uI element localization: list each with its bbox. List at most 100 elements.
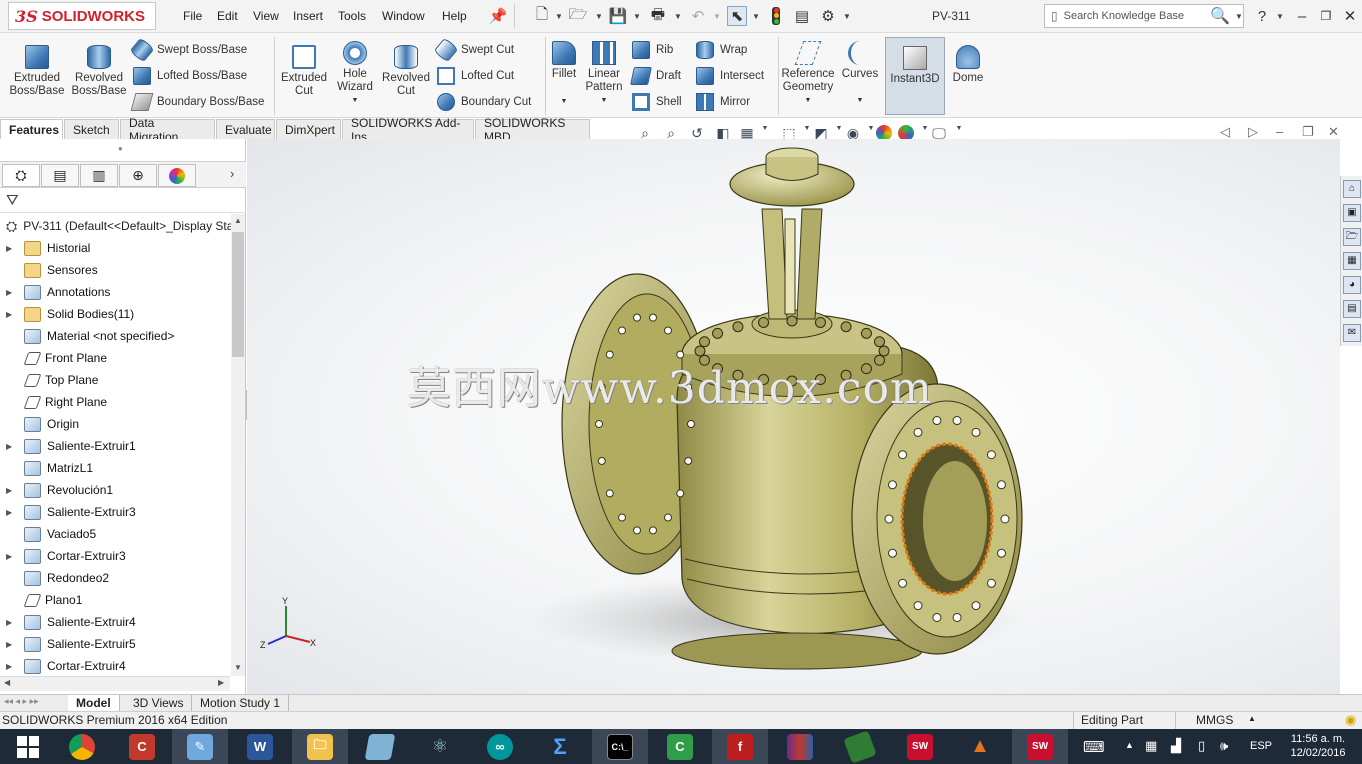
- menu-view[interactable]: View: [253, 9, 279, 23]
- show-hidden-icons[interactable]: ▲: [1125, 740, 1134, 750]
- taskbar-winrar[interactable]: [772, 729, 828, 764]
- expand-arrow-icon[interactable]: ▶: [6, 552, 16, 561]
- appearances-icon[interactable]: ◕: [1343, 276, 1361, 294]
- instant3d-button[interactable]: Instant3D: [885, 37, 945, 115]
- tree-node[interactable]: ▶ Saliente-Extruir3: [0, 501, 230, 523]
- rebuild-traffic-light-icon[interactable]: [766, 6, 786, 26]
- taskbar-sigma[interactable]: Σ: [532, 729, 588, 764]
- tree-node[interactable]: Origin: [0, 413, 230, 435]
- save-icon[interactable]: 💾: [608, 6, 628, 26]
- tree-node[interactable]: ▶ Saliente-Extruir1: [0, 435, 230, 457]
- taskbar-paint[interactable]: ✎: [172, 729, 228, 764]
- units-text[interactable]: MMGS: [1196, 713, 1233, 727]
- chevron-down-icon[interactable]: ▼: [1235, 12, 1243, 21]
- scroll-right-icon[interactable]: ▶: [218, 678, 224, 687]
- filter-icon[interactable]: ⛛: [6, 192, 19, 209]
- tab-evaluate[interactable]: Evaluate: [216, 119, 275, 139]
- chevron-down-icon[interactable]: ▼: [595, 12, 603, 21]
- forum-icon[interactable]: ✉: [1343, 324, 1361, 342]
- taskbar-terminal[interactable]: C:\_: [592, 729, 648, 764]
- expand-arrow-icon[interactable]: ▶: [6, 244, 16, 253]
- chevron-down-icon[interactable]: ▼: [1276, 12, 1284, 21]
- undo-icon[interactable]: ↶: [688, 6, 708, 26]
- battery-icon[interactable]: ▯: [1198, 738, 1205, 754]
- previous-pane-icon[interactable]: ◁: [1220, 124, 1230, 140]
- revolved-boss-button[interactable]: Revolved Boss/Base: [70, 41, 128, 98]
- curves-button[interactable]: Curves ▼: [838, 37, 882, 107]
- extruded-boss-button[interactable]: Extruded Boss/Base: [6, 41, 68, 98]
- menu-tools[interactable]: Tools: [338, 9, 366, 23]
- dimxpert-manager-tab-icon[interactable]: ⊕: [119, 164, 157, 187]
- tooltip-bubble-icon[interactable]: ◉: [1345, 712, 1356, 728]
- boundary-cut-button[interactable]: Boundary Cut: [437, 93, 531, 111]
- help-icon[interactable]: ?: [1252, 6, 1272, 26]
- dome-button[interactable]: Dome: [948, 41, 988, 85]
- taskbar-matlab[interactable]: ▲: [952, 729, 1008, 764]
- boundary-boss-button[interactable]: Boundary Boss/Base: [130, 93, 264, 111]
- tab-model[interactable]: Model: [68, 695, 120, 711]
- tree-node[interactable]: Plano1: [0, 589, 230, 611]
- tab-mbd[interactable]: SOLIDWORKS MBD: [475, 116, 590, 144]
- expand-arrow-icon[interactable]: ▶: [6, 662, 16, 671]
- menu-edit[interactable]: Edit: [217, 9, 238, 23]
- taskbar-solidworks[interactable]: SW: [892, 729, 948, 764]
- tree-node[interactable]: ▶ Annotations: [0, 281, 230, 303]
- chevron-down-icon[interactable]: ▼: [752, 12, 760, 21]
- expand-arrow-icon[interactable]: ▶: [6, 618, 16, 627]
- tree-node[interactable]: Right Plane: [0, 391, 230, 413]
- home-icon[interactable]: ⌂: [1343, 180, 1361, 198]
- chevron-down-icon[interactable]: ▼: [352, 94, 359, 107]
- expand-arrow-icon[interactable]: ▶: [6, 310, 16, 319]
- taskbar-word[interactable]: W: [232, 729, 288, 764]
- tree-node[interactable]: ▶ Saliente-Extruir4: [0, 611, 230, 633]
- tree-node[interactable]: ▶ Solid Bodies(11): [0, 303, 230, 325]
- tab-dimxpert[interactable]: DimXpert: [276, 119, 341, 139]
- minimize-window-icon[interactable]: –: [1292, 6, 1312, 26]
- print-icon[interactable]: 🖶: [648, 6, 668, 26]
- intersect-button[interactable]: Intersect: [696, 67, 764, 85]
- display-manager-tab-icon[interactable]: [158, 164, 196, 187]
- restore-window-icon[interactable]: ❐: [1316, 6, 1336, 26]
- taskbar-solidworks-active[interactable]: SW: [1012, 729, 1068, 764]
- chevron-down-icon[interactable]: ▼: [601, 94, 608, 107]
- design-library-icon[interactable]: ▣: [1343, 204, 1361, 222]
- tab-features[interactable]: Features: [0, 119, 63, 139]
- custom-properties-icon[interactable]: ▤: [1343, 300, 1361, 318]
- swept-cut-button[interactable]: Swept Cut: [433, 37, 514, 63]
- expand-arrow-icon[interactable]: ▶: [6, 508, 16, 517]
- chevron-down-icon[interactable]: ▼: [555, 12, 563, 21]
- scroll-down-icon[interactable]: ▼: [234, 663, 242, 672]
- valve-model[interactable]: [247, 139, 1340, 694]
- configuration-manager-tab-icon[interactable]: ▥: [80, 164, 118, 187]
- options-gear-icon[interactable]: ⚙: [818, 6, 838, 26]
- expand-arrow-icon[interactable]: ▶: [6, 640, 16, 649]
- language-indicator[interactable]: ESP: [1250, 740, 1272, 752]
- scroll-up-icon[interactable]: ▲: [234, 216, 242, 225]
- chevron-down-icon[interactable]: ▼: [713, 12, 721, 21]
- tree-node[interactable]: MatrizL1: [0, 457, 230, 479]
- draft-button[interactable]: Draft: [630, 67, 681, 85]
- taskbar-atom[interactable]: ⚛: [412, 729, 468, 764]
- view-palette-icon[interactable]: ▦: [1343, 252, 1361, 270]
- tree-node[interactable]: Vaciado5: [0, 523, 230, 545]
- mirror-button[interactable]: Mirror: [696, 93, 750, 111]
- pin-icon[interactable]: 📌: [488, 6, 508, 26]
- menu-window[interactable]: Window: [382, 9, 425, 23]
- tree-node[interactable]: ▶ Historial: [0, 237, 230, 259]
- expand-arrow-icon[interactable]: ▶: [6, 288, 16, 297]
- hole-wizard-button[interactable]: Hole Wizard ▼: [330, 37, 380, 107]
- fillet-button[interactable]: Fillet ▼: [548, 37, 580, 108]
- taskbar-notes[interactable]: [352, 729, 408, 764]
- new-document-icon[interactable]: 🗋: [532, 6, 552, 26]
- next-pane-icon[interactable]: ▷: [1248, 124, 1258, 140]
- tree-node[interactable]: ▶ Saliente-Extruir5: [0, 633, 230, 655]
- taskbar-filezilla[interactable]: f: [712, 729, 768, 764]
- lofted-boss-button[interactable]: Lofted Boss/Base: [133, 67, 247, 85]
- search-icon[interactable]: 🔍: [1210, 6, 1230, 26]
- feature-manager-tab-icon[interactable]: ⛭: [2, 164, 40, 187]
- revolved-cut-button[interactable]: Revolved Cut: [380, 41, 432, 98]
- tree-node[interactable]: Material <not specified>: [0, 325, 230, 347]
- lofted-cut-button[interactable]: Lofted Cut: [437, 67, 514, 85]
- tab-3d-views[interactable]: 3D Views: [125, 695, 193, 711]
- extruded-cut-button[interactable]: Extruded Cut: [278, 41, 330, 98]
